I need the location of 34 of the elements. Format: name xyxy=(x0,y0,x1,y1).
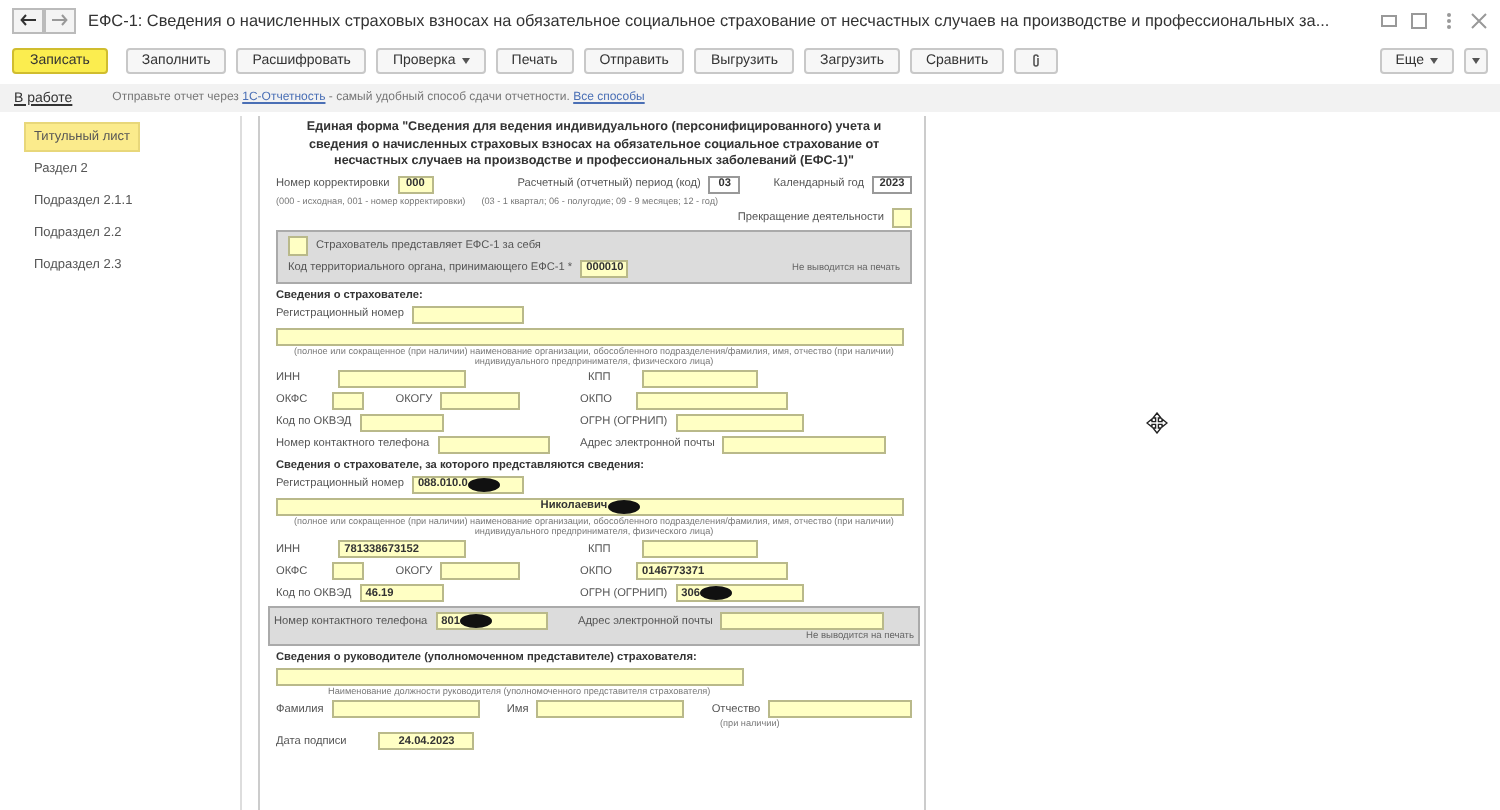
input-field[interactable] xyxy=(338,369,467,388)
input-field[interactable] xyxy=(642,369,759,388)
back-arrow-icon xyxy=(20,14,36,26)
forward-arrow-icon xyxy=(52,14,68,26)
move-cursor-icon xyxy=(1146,412,1168,434)
input-field[interactable] xyxy=(722,435,887,454)
window-title: ЕФС-1: Сведения о начисленных страховых взносах на обязательное социальное страхование от несчастных случаев на производстве и профессиональных за... xyxy=(88,11,1332,29)
input-field[interactable] xyxy=(675,413,804,432)
input-field[interactable] xyxy=(276,668,744,687)
close-icon[interactable] xyxy=(1470,11,1488,29)
help-button[interactable] xyxy=(1464,47,1488,73)
input-field[interactable] xyxy=(411,305,524,323)
caret-icon xyxy=(461,57,470,63)
paperclip-icon xyxy=(1030,53,1043,67)
input-field[interactable] xyxy=(536,700,685,719)
input-field[interactable] xyxy=(440,391,521,410)
input-field[interactable] xyxy=(437,435,550,454)
input-field[interactable] xyxy=(440,562,521,581)
checkbox[interactable] xyxy=(892,207,912,227)
input-field[interactable] xyxy=(642,540,759,559)
input-field[interactable] xyxy=(768,700,912,719)
input-field[interactable] xyxy=(331,562,364,581)
input-field[interactable] xyxy=(359,413,444,432)
caret-icon xyxy=(1472,57,1480,63)
window-icon[interactable] xyxy=(1410,11,1428,29)
attach-button[interactable] xyxy=(1014,47,1059,73)
caret-icon xyxy=(1430,57,1438,63)
input-field[interactable] xyxy=(635,391,788,410)
input-field[interactable] xyxy=(331,700,480,719)
input-field[interactable] xyxy=(276,327,904,345)
input-field[interactable] xyxy=(331,391,364,410)
input-field[interactable] xyxy=(720,612,885,631)
back-button[interactable] xyxy=(12,7,44,33)
checkbox[interactable] xyxy=(288,235,308,255)
